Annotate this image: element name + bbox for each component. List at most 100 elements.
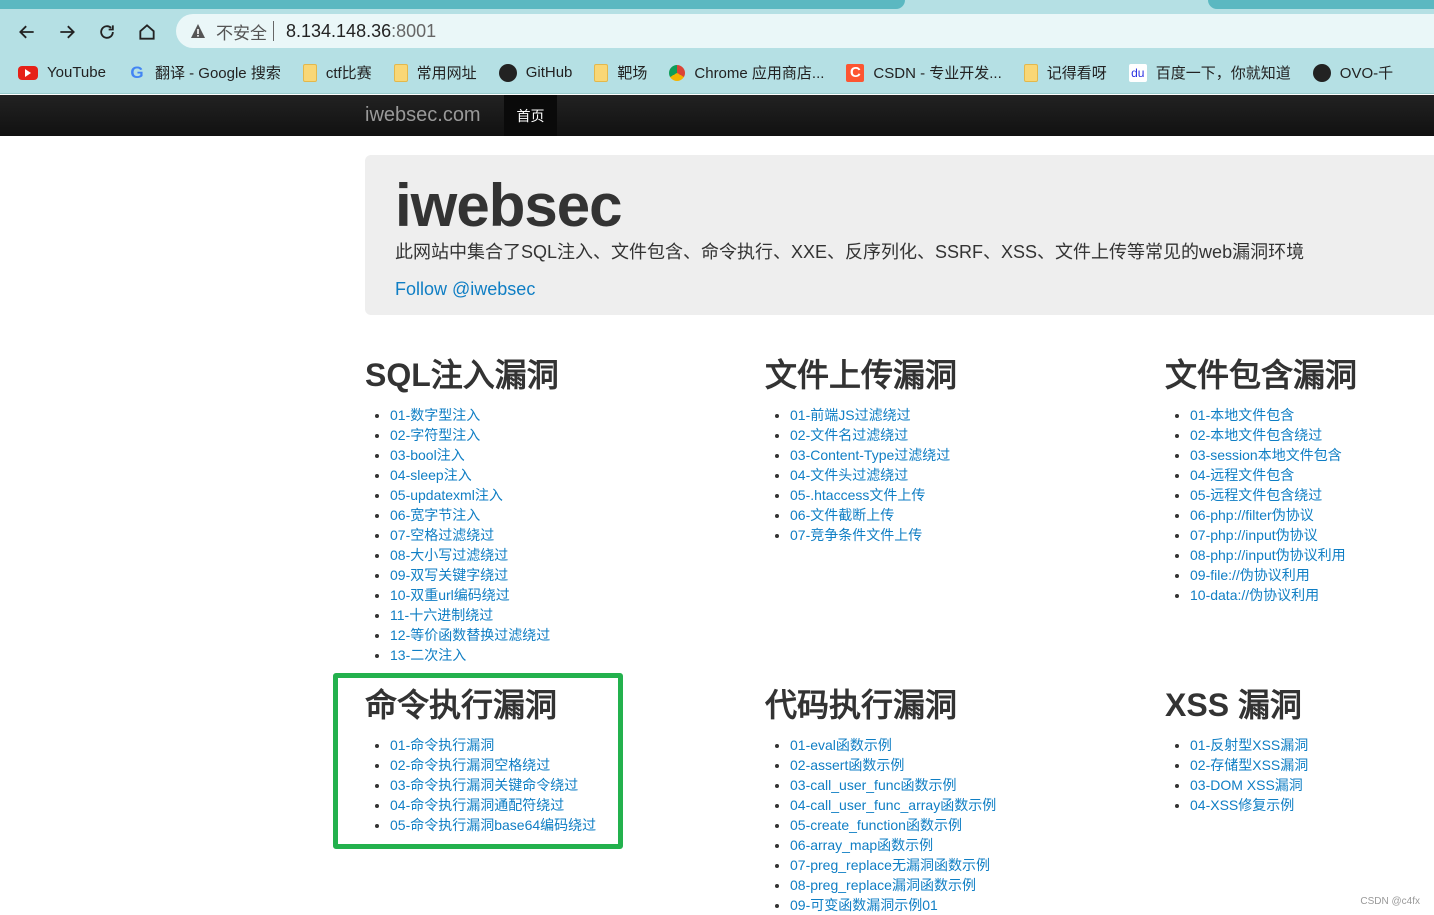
vuln-link[interactable]: 12-等价函数替换过滤绕过 [390, 627, 550, 643]
bookmark-label: Chrome 应用商店... [694, 62, 824, 83]
list-item: 03-DOM XSS漏洞 [1190, 775, 1308, 795]
list-item: 04-文件头过滤绕过 [790, 465, 957, 485]
list-item: 01-前端JS过滤绕过 [790, 405, 957, 425]
vuln-link[interactable]: 02-文件名过滤绕过 [790, 427, 908, 443]
vuln-list: 01-本地文件包含 02-本地文件包含绕过 03-session本地文件包含 04-远… [1165, 405, 1357, 605]
vuln-link[interactable]: 06-php://filter伪协议 [1190, 507, 1314, 523]
bookmark-google-translate[interactable]: G翻译 - Google 搜索 [128, 62, 281, 83]
vuln-link[interactable]: 05-updatexml注入 [390, 487, 503, 503]
page-title: iwebsec [395, 171, 621, 240]
chrome-store-icon [669, 65, 685, 81]
vuln-link[interactable]: 01-eval函数示例 [790, 737, 892, 753]
vuln-link[interactable]: 07-空格过滤绕过 [390, 527, 494, 543]
list-item: 01-eval函数示例 [790, 735, 996, 755]
vuln-link[interactable]: 06-文件截断上传 [790, 507, 894, 523]
nav-home-link[interactable]: 首页 [504, 95, 557, 136]
bookmark-label: 百度一下，你就知道 [1156, 62, 1291, 83]
url-port: :8001 [391, 21, 436, 42]
list-item: 04-XSS修复示例 [1190, 795, 1308, 815]
reload-button[interactable] [93, 18, 121, 46]
list-item: 07-php://input伪协议 [1190, 525, 1357, 545]
vuln-link[interactable]: 04-远程文件包含 [1190, 467, 1294, 483]
vuln-link[interactable]: 10-双重url编码绕过 [390, 587, 510, 603]
section-code-execution: 代码执行漏洞 01-eval函数示例 02-assert函数示例 03-call_u… [765, 685, 996, 915]
vuln-link[interactable]: 01-本地文件包含 [1190, 407, 1294, 423]
vuln-link[interactable]: 02-本地文件包含绕过 [1190, 427, 1322, 443]
vuln-link[interactable]: 07-preg_replace无漏洞函数示例 [790, 857, 990, 873]
browser-tab[interactable] [0, 0, 905, 9]
vuln-link[interactable]: 09-file://伪协议利用 [1190, 567, 1310, 583]
list-item: 07-空格过滤绕过 [390, 525, 559, 545]
bookmark-label: OVO-千 [1340, 62, 1393, 83]
vuln-link[interactable]: 03-bool注入 [390, 447, 465, 463]
vuln-link[interactable]: 04-文件头过滤绕过 [790, 467, 908, 483]
bookmark-github[interactable]: GitHub [499, 64, 573, 82]
section-title: 文件包含漏洞 [1165, 355, 1357, 395]
vuln-link[interactable]: 01-数字型注入 [390, 407, 480, 423]
list-item: 02-文件名过滤绕过 [790, 425, 957, 445]
vuln-link[interactable]: 06-array_map函数示例 [790, 837, 933, 853]
list-item: 02-存储型XSS漏洞 [1190, 755, 1308, 775]
bookmark-csdn[interactable]: CCSDN - 专业开发... [846, 62, 1001, 83]
vuln-link[interactable]: 08-大小写过滤绕过 [390, 547, 508, 563]
vuln-link[interactable]: 01-前端JS过滤绕过 [790, 407, 911, 423]
home-button[interactable] [133, 18, 161, 46]
vuln-link[interactable]: 11-十六进制绕过 [390, 607, 493, 623]
forward-button[interactable] [53, 18, 81, 46]
bookmark-chrome-store[interactable]: Chrome 应用商店... [669, 62, 824, 83]
list-item: 05-create_function函数示例 [790, 815, 996, 835]
vuln-list: 01-数字型注入 02-字符型注入 03-bool注入 04-sleep注入 05-up… [365, 405, 559, 665]
vuln-link[interactable]: 03-Content-Type过滤绕过 [790, 447, 950, 463]
list-item: 08-php://input伪协议利用 [1190, 545, 1357, 565]
address-bar[interactable]: 不安全 8.134.148.36 :8001 [176, 14, 1434, 48]
vuln-link[interactable]: 06-宽字节注入 [390, 507, 480, 523]
bookmark-baidu[interactable]: du百度一下，你就知道 [1129, 62, 1291, 83]
tab-strip [0, 0, 1434, 12]
section-title: XSS 漏洞 [1165, 685, 1308, 725]
vuln-link[interactable]: 08-preg_replace漏洞函数示例 [790, 877, 976, 893]
vuln-link[interactable]: 10-data://伪协议利用 [1190, 587, 1319, 603]
vuln-link[interactable]: 09-双写关键字绕过 [390, 567, 508, 583]
vuln-link[interactable]: 02-存储型XSS漏洞 [1190, 757, 1308, 773]
insecure-label: 不安全 [216, 19, 267, 44]
vuln-link[interactable]: 04-XSS修复示例 [1190, 797, 1294, 813]
vuln-link[interactable]: 07-php://input伪协议 [1190, 527, 1318, 543]
bookmark-folder-range[interactable]: 靶场 [594, 62, 647, 83]
bookmark-folder-remember[interactable]: 记得看呀 [1024, 62, 1107, 83]
section-file-upload: 文件上传漏洞 01-前端JS过滤绕过02-文件名过滤绕过03-Content-T… [765, 355, 957, 545]
bookmark-folder-common[interactable]: 常用网址 [394, 62, 477, 83]
vuln-link[interactable]: 08-php://input伪协议利用 [1190, 547, 1346, 563]
vuln-list: 01-反射型XSS漏洞 02-存储型XSS漏洞 03-DOM XSS漏洞 04-XSS… [1165, 735, 1308, 815]
section-title: 代码执行漏洞 [765, 685, 996, 725]
vuln-link[interactable]: 03-session本地文件包含 [1190, 447, 1342, 463]
vuln-link[interactable]: 01-反射型XSS漏洞 [1190, 737, 1308, 753]
brand-link[interactable]: iwebsec.com [365, 104, 481, 127]
vuln-link[interactable]: 05-create_function函数示例 [790, 817, 962, 833]
folder-icon [1024, 64, 1038, 82]
vuln-link[interactable]: 09-可变函数漏洞示例01 [790, 897, 938, 913]
vuln-link[interactable]: 05-.htaccess文件上传 [790, 487, 925, 503]
vuln-link[interactable]: 04-call_user_func_array函数示例 [790, 797, 996, 813]
vuln-link[interactable]: 13-二次注入 [390, 647, 466, 663]
list-item: 06-文件截断上传 [790, 505, 957, 525]
vuln-link[interactable]: 07-竞争条件文件上传 [790, 527, 922, 543]
follow-link[interactable]: Follow @iwebsec [395, 279, 535, 300]
folder-icon [594, 64, 608, 82]
vuln-link[interactable]: 03-DOM XSS漏洞 [1190, 777, 1303, 793]
bookmark-folder-ctf[interactable]: ctf比赛 [303, 62, 372, 83]
warning-icon [190, 23, 206, 39]
browser-tab[interactable] [1208, 0, 1434, 9]
list-item: 05-updatexml注入 [390, 485, 559, 505]
list-item: 04-call_user_func_array函数示例 [790, 795, 996, 815]
bookmark-youtube[interactable]: YouTube [18, 64, 106, 81]
vuln-link[interactable]: 03-call_user_func函数示例 [790, 777, 957, 793]
bookmark-ovo[interactable]: OVO-千 [1313, 62, 1393, 83]
list-item: 09-双写关键字绕过 [390, 565, 559, 585]
list-item: 03-Content-Type过滤绕过 [790, 445, 957, 465]
vuln-link[interactable]: 04-sleep注入 [390, 467, 472, 483]
vuln-link[interactable]: 05-远程文件包含绕过 [1190, 487, 1322, 503]
vuln-link[interactable]: 02-assert函数示例 [790, 757, 904, 773]
vuln-link[interactable]: 02-字符型注入 [390, 427, 480, 443]
jumbotron: iwebsec 此网站中集合了SQL注入、文件包含、命令执行、XXE、反序列化、… [365, 155, 1434, 315]
back-button[interactable] [13, 18, 41, 46]
